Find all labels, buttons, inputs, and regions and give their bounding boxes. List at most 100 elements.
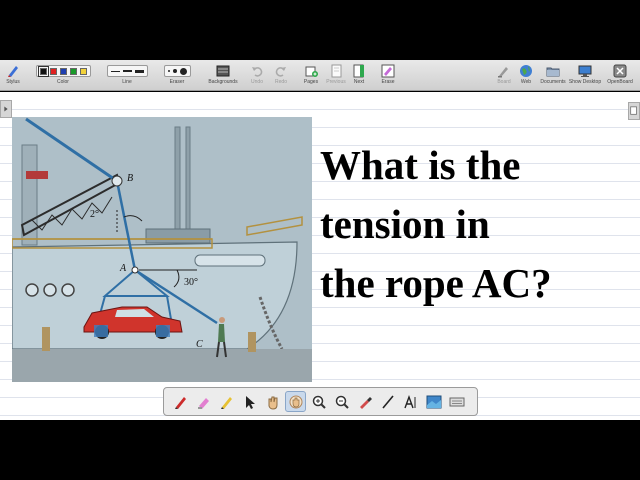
erase-board-icon bbox=[381, 63, 395, 78]
zoom-out-tool-button[interactable] bbox=[331, 391, 352, 412]
globe-icon bbox=[519, 63, 533, 77]
keyboard-icon bbox=[449, 397, 464, 406]
label-point-c: C bbox=[196, 339, 203, 350]
pen-icon bbox=[174, 396, 186, 409]
marker-tool-button[interactable] bbox=[193, 391, 214, 412]
zoom-out-icon bbox=[335, 395, 349, 409]
hand-icon bbox=[268, 396, 277, 410]
pages-label: Pages bbox=[303, 79, 319, 85]
highlighter-tool-button[interactable] bbox=[216, 391, 237, 412]
pipette-tool-button[interactable] bbox=[354, 391, 375, 412]
backgrounds-icon bbox=[216, 63, 230, 77]
eraser-medium[interactable] bbox=[172, 69, 177, 73]
show-desktop-button[interactable]: Show Desktop bbox=[569, 60, 601, 91]
pointer-icon bbox=[245, 395, 255, 409]
main-toolbar: Stylus Color Line Eraser Backgrounds Und… bbox=[0, 60, 640, 91]
undo-label: Undo bbox=[251, 79, 263, 85]
color-swatch-green[interactable] bbox=[69, 67, 77, 75]
previous-button[interactable]: Previous bbox=[324, 60, 348, 91]
label-angle-30-degrees: 30° bbox=[184, 277, 198, 288]
virtual-keyboard-button[interactable] bbox=[446, 391, 467, 412]
erase-button[interactable]: Erase bbox=[378, 60, 398, 91]
color-swatch-red[interactable] bbox=[49, 67, 57, 75]
textbook-figure-image[interactable]: B A C 2° 30° bbox=[12, 117, 312, 382]
capture-tool-button[interactable] bbox=[423, 391, 444, 412]
web-label: Web bbox=[520, 79, 532, 85]
question-line-3: the rope AC? bbox=[320, 260, 552, 306]
undo-icon bbox=[250, 63, 264, 77]
color-picker[interactable]: Color bbox=[29, 60, 97, 91]
zoom-in-icon bbox=[312, 395, 326, 409]
pen-tool-button[interactable] bbox=[170, 391, 191, 412]
label-point-a: A bbox=[120, 263, 127, 274]
documents-button[interactable]: Documents bbox=[538, 60, 568, 91]
next-button[interactable]: Next bbox=[350, 60, 368, 91]
redo-icon bbox=[274, 63, 288, 77]
selector-tool-button[interactable] bbox=[239, 391, 260, 412]
openboard-button[interactable]: OpenBoard bbox=[605, 60, 635, 91]
marker-icon bbox=[197, 397, 209, 409]
previous-page-icon bbox=[329, 63, 343, 78]
color-swatches bbox=[35, 65, 91, 77]
backgrounds-label: Backgrounds bbox=[208, 79, 238, 85]
line-icon bbox=[381, 394, 394, 409]
previous-label: Previous bbox=[326, 79, 346, 85]
stylus-label: Stylus bbox=[6, 79, 20, 85]
eraser-size-picker[interactable]: Eraser bbox=[157, 60, 197, 91]
board-icon bbox=[497, 63, 511, 78]
eraser-size-options bbox=[163, 65, 191, 77]
line-label: Line bbox=[122, 79, 132, 85]
pipette-icon bbox=[359, 396, 372, 409]
openboard-menu-icon bbox=[613, 63, 627, 78]
backgrounds-button[interactable]: Backgrounds bbox=[206, 60, 240, 91]
stylus-icon bbox=[6, 63, 20, 77]
question-line-2: tension in bbox=[320, 201, 490, 247]
pages-button[interactable]: Pages bbox=[301, 60, 321, 91]
color-swatch-blue[interactable] bbox=[59, 67, 67, 75]
capture-icon bbox=[426, 395, 441, 408]
board-button[interactable]: Board bbox=[494, 60, 514, 91]
eraser-small[interactable] bbox=[167, 70, 170, 72]
web-button[interactable]: Web bbox=[517, 60, 535, 91]
letterbox-bottom bbox=[0, 420, 640, 480]
eraser-size-label: Eraser bbox=[169, 79, 185, 85]
line-tool-button[interactable] bbox=[377, 391, 398, 412]
redo-label: Redo bbox=[275, 79, 287, 85]
hand-tool-button[interactable] bbox=[262, 391, 283, 412]
eraser-large[interactable] bbox=[179, 67, 187, 75]
line-width-picker[interactable]: Line bbox=[105, 60, 149, 91]
erase-label: Erase bbox=[381, 79, 395, 85]
label-point-b: B bbox=[127, 173, 134, 184]
question-line-1: What is the bbox=[320, 142, 521, 188]
next-page-icon bbox=[352, 63, 366, 78]
line-width-options bbox=[106, 65, 148, 77]
text-tool-button[interactable] bbox=[400, 391, 421, 412]
next-label: Next bbox=[353, 79, 365, 85]
board-canvas[interactable]: B A C 2° 30° What is the tension in the … bbox=[0, 92, 640, 420]
line-thin[interactable] bbox=[110, 70, 120, 72]
undo-button[interactable]: Undo bbox=[248, 60, 266, 91]
pages-panel-toggle[interactable] bbox=[0, 100, 12, 118]
color-swatch-black[interactable] bbox=[37, 65, 49, 77]
openboard-label: OpenBoard bbox=[607, 79, 633, 85]
folder-icon bbox=[546, 63, 560, 77]
question-text[interactable]: What is the tension in the rope AC? bbox=[320, 136, 630, 313]
stylus-button[interactable]: Stylus bbox=[3, 60, 23, 91]
color-label: Color bbox=[57, 79, 69, 85]
drawing-tools-palette bbox=[163, 387, 478, 416]
laser-pointer-tool-button[interactable] bbox=[285, 391, 306, 412]
show-desktop-label: Show Desktop bbox=[568, 79, 602, 85]
highlighter-icon bbox=[220, 396, 232, 409]
letterbox-top bbox=[0, 0, 640, 60]
line-medium[interactable] bbox=[122, 70, 132, 72]
laser-icon bbox=[289, 395, 302, 408]
redo-button[interactable]: Redo bbox=[272, 60, 290, 91]
library-panel-toggle[interactable] bbox=[628, 102, 640, 120]
desktop-icon bbox=[578, 63, 592, 77]
line-thick[interactable] bbox=[134, 69, 144, 73]
board-label: Board bbox=[497, 79, 511, 85]
documents-label: Documents bbox=[540, 79, 566, 85]
zoom-in-tool-button[interactable] bbox=[308, 391, 329, 412]
text-icon bbox=[403, 394, 415, 408]
color-swatch-yellow[interactable] bbox=[79, 67, 87, 75]
